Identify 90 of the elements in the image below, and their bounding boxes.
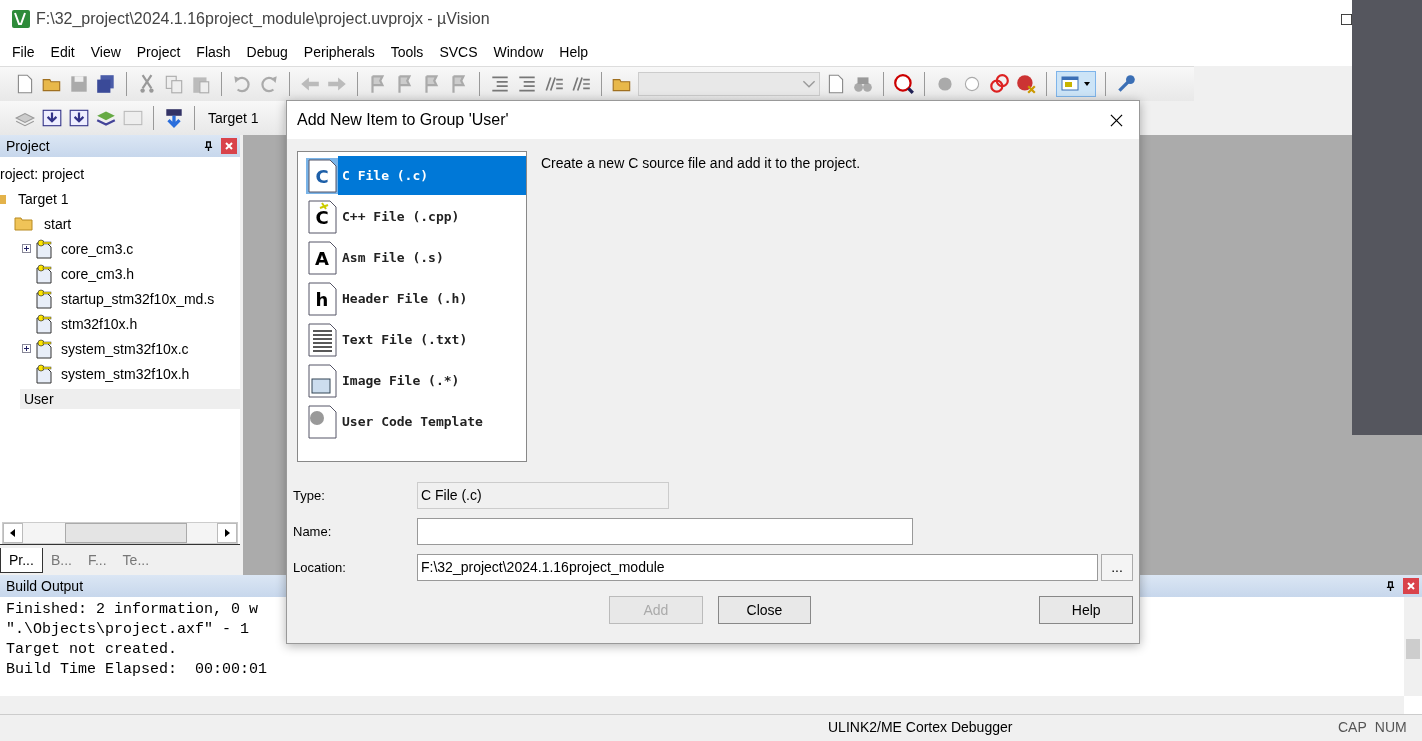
expand-icon[interactable]: [22, 244, 31, 253]
dialog-button[interactable]: Help: [1039, 596, 1133, 624]
download-icon[interactable]: [41, 107, 63, 129]
magnifier-icon[interactable]: [893, 73, 915, 95]
download-icon[interactable]: [68, 107, 90, 129]
panel-title: Build Output: [6, 578, 85, 594]
folder-icon: [14, 216, 34, 231]
tree-item[interactable]: Target 1: [18, 190, 69, 207]
tree-item[interactable]: stm32f10x.h: [61, 315, 138, 332]
file-key-icon: [35, 313, 53, 334]
menu-item[interactable]: Flash: [188, 44, 239, 60]
list-item[interactable]: Text File (.txt): [338, 320, 526, 359]
target-selector[interactable]: Target 1: [204, 110, 259, 126]
field-label: Type:: [293, 487, 326, 503]
output-line: Finished: 2 information, 0 w: [6, 601, 259, 620]
menu-item[interactable]: View: [82, 44, 129, 60]
window-title: F:\32_project\2024.1.16project_module\project.uvprojx - µVision: [36, 10, 490, 28]
tree-item[interactable]: core_cm3.h: [61, 265, 135, 282]
menu-item[interactable]: Tools: [382, 44, 432, 60]
c-file-icon: C: [306, 157, 338, 194]
load-arrow-icon[interactable]: [163, 107, 185, 129]
output-line: Target not created.: [6, 641, 178, 660]
file-key-icon: [35, 263, 53, 284]
menu-item[interactable]: Project: [128, 44, 189, 60]
header-file-icon: h: [306, 280, 338, 317]
disks-icon[interactable]: [95, 73, 117, 95]
list-item[interactable]: Asm File (.s): [338, 238, 526, 277]
horizontal-scrollbar[interactable]: [0, 696, 1404, 714]
window-dropdown-icon[interactable]: [1056, 71, 1096, 97]
status-text: CAP: [1338, 719, 1367, 735]
scroll-left-icon[interactable]: [9, 529, 17, 537]
tree-item[interactable]: system_stm32f10x.h: [61, 365, 190, 382]
dot-cross-icon[interactable]: [1015, 73, 1037, 95]
vertical-scrollbar[interactable]: [1404, 597, 1422, 696]
menu-item[interactable]: SVCS: [431, 44, 486, 60]
list-item[interactable]: User Code Template: [338, 402, 526, 441]
panel-tab[interactable]: Te...: [114, 548, 158, 572]
tree-item[interactable]: core_cm3.c: [61, 240, 134, 257]
text-file-icon: [306, 321, 338, 358]
file-key-icon: [35, 238, 53, 259]
tree-item[interactable]: start: [40, 213, 76, 234]
rings-icon[interactable]: [988, 73, 1010, 95]
output-line: Build Time Elapsed: 00:00:01: [6, 661, 268, 680]
menu-item[interactable]: Peripherals: [295, 44, 383, 60]
expand-icon[interactable]: [22, 344, 31, 353]
menu-item[interactable]: Window: [485, 44, 552, 60]
dropdown-field[interactable]: [638, 72, 820, 96]
maximize-icon[interactable]: [1341, 13, 1352, 25]
file-key-icon: [35, 338, 53, 359]
panel-tab[interactable]: B...: [42, 548, 80, 572]
browse-button[interactable]: ...: [1101, 553, 1133, 581]
output-line: ".\Objects\project.axf" - 1: [6, 621, 250, 640]
cpp-file-icon: C: [306, 198, 338, 235]
list-item[interactable]: C File (.c): [338, 156, 526, 195]
scroll-right-icon[interactable]: [223, 529, 231, 537]
pin-icon[interactable]: [1386, 580, 1395, 592]
menu-item[interactable]: Debug: [238, 44, 296, 60]
image-file-icon: [306, 362, 338, 399]
dialog-button[interactable]: Close: [717, 596, 812, 624]
panel-title: Project: [6, 138, 51, 154]
horizontal-scrollbar[interactable]: [2, 522, 238, 544]
status-text: ULINK2/ME Cortex Debugger: [828, 719, 1014, 735]
list-item[interactable]: Header File (.h): [338, 279, 526, 318]
field-label: Name:: [293, 523, 333, 539]
tree-item[interactable]: roject: project: [0, 161, 240, 186]
tree-item[interactable]: User: [20, 388, 240, 409]
description-text: Create a new C source file and add it to the project.: [541, 154, 861, 173]
field-label: Location:: [293, 559, 347, 575]
type-field: C File (.c): [417, 481, 669, 509]
close-icon[interactable]: [1110, 113, 1123, 127]
file-key-icon: [35, 288, 53, 309]
app-logo-icon: [12, 10, 30, 28]
name-field[interactable]: [417, 517, 913, 545]
file-key-icon: [35, 363, 53, 384]
menu-item[interactable]: Edit: [42, 44, 83, 60]
menu-item[interactable]: Help: [551, 44, 597, 60]
tree-item[interactable]: system_stm32f10x.c: [61, 340, 189, 357]
undo-icon[interactable]: [231, 73, 253, 95]
pin-icon[interactable]: [204, 140, 213, 152]
panel-tab[interactable]: F...: [79, 548, 115, 572]
menu-item[interactable]: File: [4, 44, 43, 60]
redo-icon[interactable]: [258, 73, 280, 95]
asm-file-icon: A: [306, 239, 338, 276]
status-text: NUM: [1374, 719, 1407, 735]
tree-item[interactable]: startup_stm32f10x_md.s: [61, 290, 215, 307]
panel-tab[interactable]: Pr...: [0, 547, 43, 573]
list-item[interactable]: C++ File (.cpp): [338, 197, 526, 236]
dialog-title: Add New Item to Group 'User': [297, 111, 510, 129]
location-field[interactable]: F:\32_project\2024.1.16project_module: [417, 553, 1098, 581]
list-item[interactable]: Image File (.*): [338, 361, 526, 400]
